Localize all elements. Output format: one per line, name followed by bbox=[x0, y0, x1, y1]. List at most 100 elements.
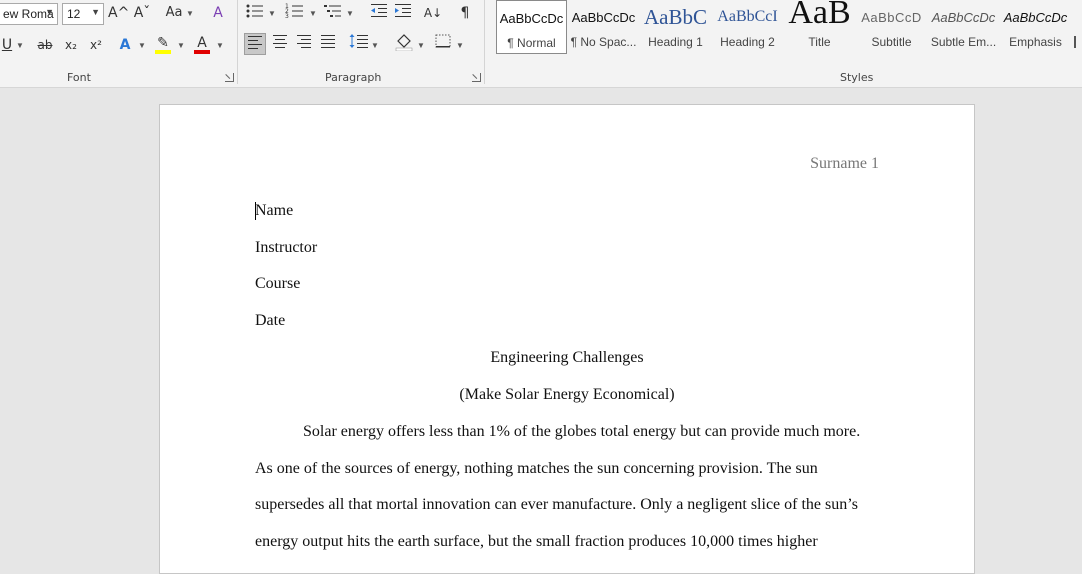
text-effects-icon: A bbox=[119, 37, 131, 53]
justify-icon bbox=[321, 35, 335, 48]
font-size-combo[interactable]: 12 ▼ bbox=[62, 3, 104, 25]
style-preview: AaBbCcDc bbox=[499, 11, 564, 26]
style-subtle-emphasis[interactable]: AaBbCcDc Subtle Em... bbox=[928, 0, 999, 54]
style-preview: AaBbCcDc bbox=[931, 10, 996, 25]
multilevel-list-button[interactable] bbox=[322, 2, 344, 24]
strikethrough-button[interactable]: ab bbox=[34, 34, 56, 56]
doc-line-instructor[interactable]: Instructor bbox=[255, 239, 317, 257]
chevron-down-icon: ▼ bbox=[309, 9, 317, 18]
chevron-down-icon: ▼ bbox=[346, 9, 354, 18]
change-case-button[interactable]: Aa bbox=[162, 2, 186, 24]
style-preview: AaBbCcI bbox=[717, 8, 778, 25]
font-name-combo[interactable]: ew Roma ▼ bbox=[0, 3, 58, 25]
style-emphasis[interactable]: AaBbCcDc Emphasis bbox=[1000, 0, 1071, 54]
next-style-edge bbox=[1074, 36, 1076, 48]
chevron-down-icon: ▼ bbox=[91, 7, 100, 17]
style-title[interactable]: AaB Title bbox=[784, 0, 855, 54]
group-divider bbox=[237, 0, 238, 84]
style-subtitle[interactable]: AaBbCcD Subtitle bbox=[856, 0, 927, 54]
style-heading-2[interactable]: AaBbCcI Heading 2 bbox=[712, 0, 783, 54]
page-header[interactable]: Surname 1 bbox=[810, 155, 879, 173]
doc-paragraph-line[interactable]: energy output hits the earth surface, bu… bbox=[255, 533, 818, 551]
style-preview: AaBbCcDc bbox=[1003, 10, 1068, 25]
borders-icon bbox=[435, 34, 451, 48]
increase-indent-button[interactable] bbox=[392, 2, 414, 24]
highlighter-icon: ✎ bbox=[157, 35, 169, 51]
chevron-down-icon: ▼ bbox=[45, 7, 54, 17]
font-dialog-launcher-icon[interactable] bbox=[225, 73, 234, 82]
show-formatting-marks-button[interactable]: ¶ bbox=[454, 2, 476, 24]
multilevel-list-icon bbox=[324, 5, 341, 17]
style-name: ¶ Normal bbox=[507, 36, 556, 50]
style-name: Emphasis bbox=[1009, 35, 1062, 49]
font-color-icon: A bbox=[197, 35, 207, 51]
highlight-button[interactable]: ✎ bbox=[152, 32, 174, 54]
doc-paragraph-line[interactable]: Solar energy offers less than 1% of the … bbox=[303, 423, 860, 441]
line-spacing-button[interactable] bbox=[348, 33, 370, 55]
font-color-swatch bbox=[194, 50, 210, 54]
doc-subtitle[interactable]: (Make Solar Energy Economical) bbox=[160, 386, 974, 404]
chevron-down-icon: ▼ bbox=[138, 41, 146, 50]
decrease-indent-button[interactable] bbox=[368, 2, 390, 24]
style-name: ¶ No Spac... bbox=[570, 35, 637, 49]
paint-bucket-icon bbox=[395, 34, 413, 52]
font-color-button[interactable]: A bbox=[191, 32, 213, 54]
align-left-button[interactable] bbox=[244, 33, 266, 55]
document-page[interactable]: Surname 1 Name Instructor Course Date En… bbox=[159, 104, 975, 574]
borders-button[interactable] bbox=[432, 33, 454, 55]
font-size-value: 12 bbox=[67, 7, 81, 21]
paragraph-dialog-launcher-icon[interactable] bbox=[472, 73, 481, 82]
style-preview: AaBbCcDc bbox=[571, 10, 636, 25]
chevron-down-icon: ▼ bbox=[216, 41, 224, 50]
shrink-font-icon: Aˇ bbox=[133, 5, 151, 21]
chevron-down-icon: ▼ bbox=[16, 41, 24, 50]
chevron-down-icon: ▼ bbox=[177, 41, 185, 50]
strikethrough-icon: ab bbox=[37, 38, 53, 52]
paragraph-group-label: Paragraph bbox=[325, 71, 382, 84]
shrink-font-button[interactable]: Aˇ bbox=[132, 2, 152, 24]
numbering-button[interactable]: 123 bbox=[284, 2, 306, 24]
ribbon: ew Roma ▼ 12 ▼ A^ Aˇ Aa ▼ A U ▼ ab x₂ x²… bbox=[0, 0, 1082, 88]
style-name: Heading 1 bbox=[648, 35, 703, 49]
bullets-button[interactable] bbox=[244, 2, 266, 24]
justify-button[interactable] bbox=[317, 33, 339, 55]
style-no-spacing[interactable]: AaBbCcDc ¶ No Spac... bbox=[568, 0, 639, 54]
grow-font-button[interactable]: A^ bbox=[108, 2, 130, 24]
doc-line-course[interactable]: Course bbox=[255, 275, 300, 293]
decrease-indent-icon bbox=[371, 4, 387, 17]
subscript-button[interactable]: x₂ bbox=[60, 34, 82, 56]
font-group-label: Font bbox=[67, 71, 91, 84]
sort-button[interactable]: A↓ bbox=[422, 2, 444, 24]
chevron-down-icon: ▼ bbox=[456, 41, 464, 50]
align-right-button[interactable] bbox=[293, 33, 315, 55]
group-divider bbox=[484, 0, 485, 84]
doc-paragraph-line[interactable]: As one of the sources of energy, nothing… bbox=[255, 460, 818, 478]
line-spacing-icon bbox=[349, 34, 368, 48]
pilcrow-icon: ¶ bbox=[460, 5, 470, 21]
clear-formatting-icon: A bbox=[213, 5, 223, 21]
doc-line-name[interactable]: Name bbox=[255, 202, 293, 220]
shading-button[interactable] bbox=[393, 33, 415, 55]
chevron-down-icon: ▼ bbox=[417, 41, 425, 50]
align-center-icon bbox=[273, 35, 287, 48]
clear-formatting-button[interactable]: A bbox=[207, 2, 229, 24]
chevron-down-icon: ▼ bbox=[371, 41, 379, 50]
increase-indent-icon bbox=[395, 4, 411, 17]
align-center-button[interactable] bbox=[269, 33, 291, 55]
style-preview: AaBbC bbox=[644, 5, 707, 29]
numbering-icon: 123 bbox=[285, 3, 303, 20]
style-preview: AaBbCcD bbox=[861, 10, 922, 25]
style-normal[interactable]: AaBbCcDc ¶ Normal bbox=[496, 0, 567, 54]
superscript-button[interactable]: x² bbox=[85, 34, 107, 56]
doc-line-date[interactable]: Date bbox=[255, 312, 285, 330]
text-effects-button[interactable]: A bbox=[114, 34, 136, 56]
doc-title[interactable]: Engineering Challenges bbox=[160, 349, 974, 367]
style-heading-1[interactable]: AaBbC Heading 1 bbox=[640, 0, 711, 54]
align-right-icon bbox=[297, 35, 311, 48]
style-name: Subtle Em... bbox=[930, 35, 997, 49]
align-left-icon bbox=[248, 36, 262, 49]
chevron-down-icon: ▼ bbox=[186, 9, 194, 18]
style-name: Subtitle bbox=[871, 35, 912, 49]
grow-font-icon: A^ bbox=[108, 5, 130, 21]
doc-paragraph-line[interactable]: supersedes all that mortal innovation ca… bbox=[255, 496, 858, 514]
